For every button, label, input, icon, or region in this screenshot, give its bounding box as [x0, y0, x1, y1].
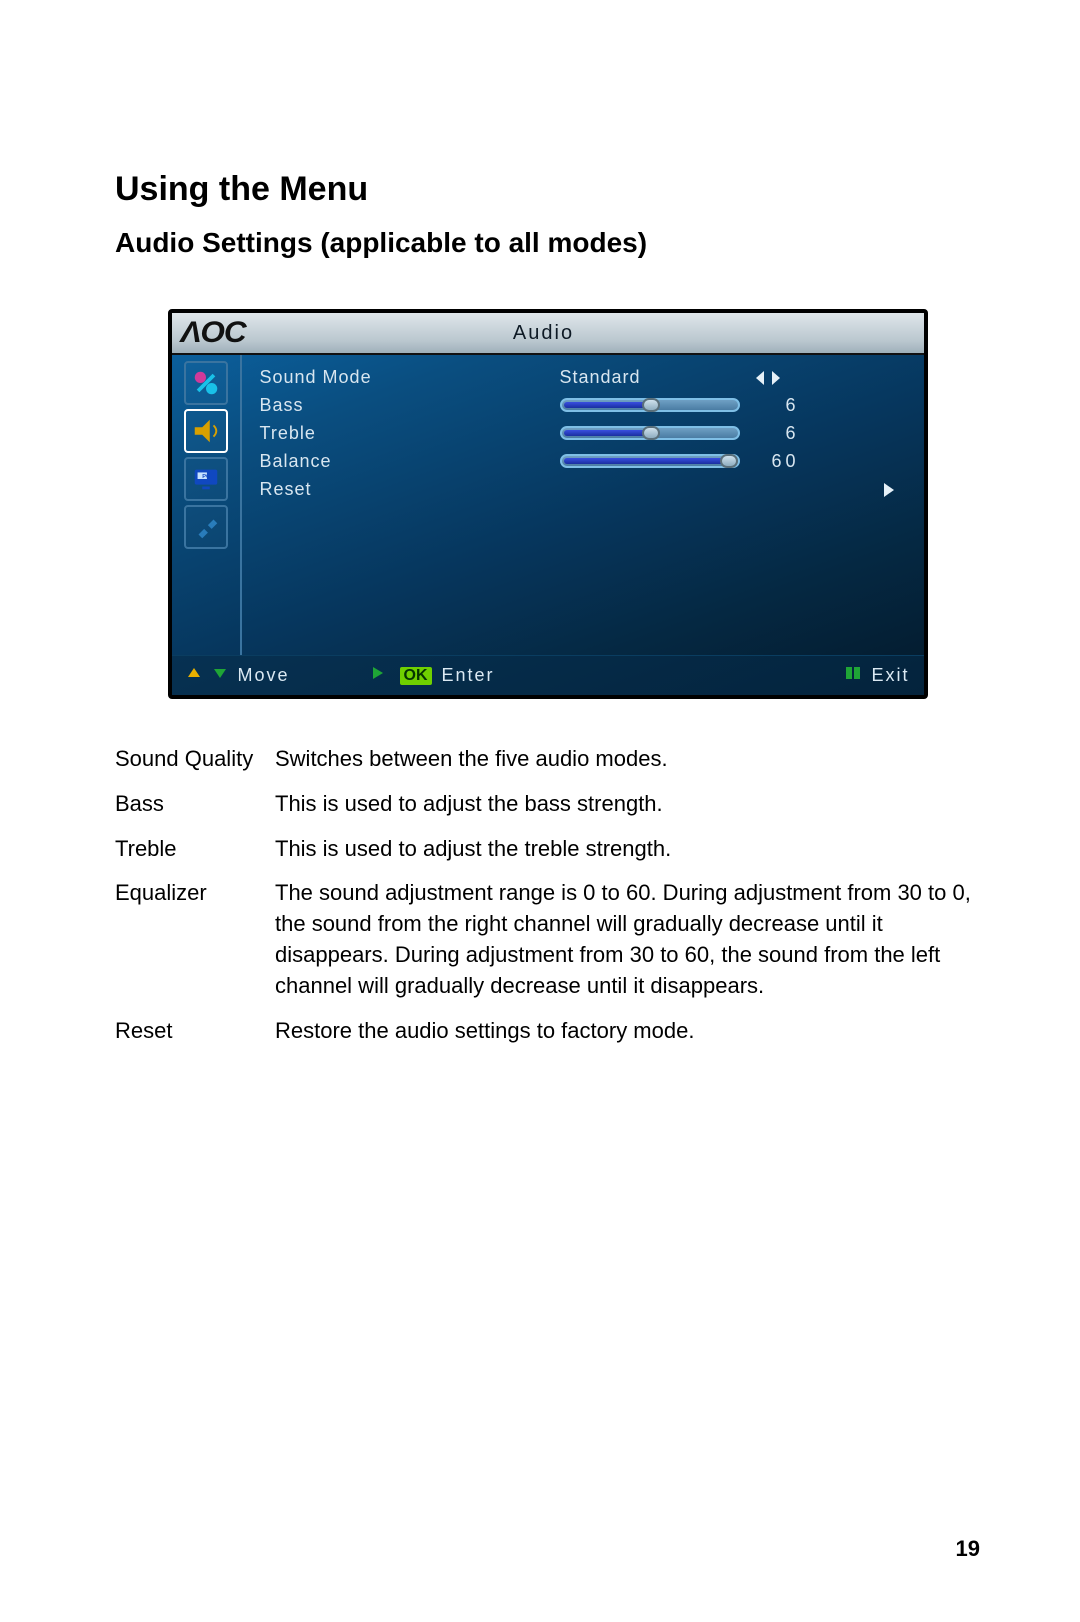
osd-footer: Move OK Enter Exit	[172, 655, 924, 695]
label-balance: Balance	[260, 451, 440, 472]
osd-settings-list: Sound Mode Standard Bass 6	[242, 355, 924, 655]
def-reset: Reset Restore the audio settings to fact…	[115, 1016, 980, 1047]
value-balance: 60	[750, 451, 810, 472]
osd-category-sidebar: PC	[172, 355, 242, 655]
desc: This is used to adjust the treble streng…	[275, 834, 980, 865]
term: Equalizer	[115, 878, 275, 1001]
ok-badge-icon: OK	[400, 667, 432, 685]
osd-title: Audio	[254, 322, 924, 345]
right-arrow-green-icon	[370, 665, 386, 686]
svg-text:PC: PC	[202, 474, 210, 480]
row-balance[interactable]: Balance 60	[260, 447, 910, 475]
label-bass: Bass	[260, 395, 440, 416]
tab-audio-icon[interactable]	[184, 409, 228, 453]
right-arrow-icon[interactable]	[850, 479, 910, 500]
slider-balance[interactable]	[560, 454, 740, 468]
def-equalizer: Equalizer The sound adjustment range is …	[115, 878, 980, 1001]
label-treble: Treble	[260, 423, 440, 444]
desc: The sound adjustment range is 0 to 60. D…	[275, 878, 980, 1001]
osd-titlebar: ΛOC Audio	[172, 313, 924, 355]
desc: Switches between the five audio modes.	[275, 744, 980, 775]
menu-icon	[845, 665, 861, 686]
footer-move-label: Move	[238, 665, 290, 686]
slider-bass[interactable]	[560, 398, 740, 412]
desc: Restore the audio settings to factory mo…	[275, 1016, 980, 1047]
term: Treble	[115, 834, 275, 865]
tab-pc-icon[interactable]: PC	[184, 457, 228, 501]
footer-exit-label: Exit	[871, 665, 909, 686]
row-sound-mode[interactable]: Sound Mode Standard	[260, 363, 910, 391]
value-sound-mode: Standard	[560, 367, 720, 388]
page-number: 19	[956, 1536, 980, 1562]
term: Sound Quality	[115, 744, 275, 775]
heading-using-the-menu: Using the Menu	[115, 170, 980, 209]
row-bass[interactable]: Bass 6	[260, 391, 910, 419]
up-arrow-icon	[186, 665, 202, 686]
heading-audio-settings: Audio Settings (applicable to all modes)	[115, 227, 980, 259]
value-bass: 6	[750, 395, 810, 416]
term: Reset	[115, 1016, 275, 1047]
down-arrow-icon	[212, 665, 228, 686]
left-right-arrows-icon[interactable]	[730, 367, 790, 388]
def-treble: Treble This is used to adjust the treble…	[115, 834, 980, 865]
term: Bass	[115, 789, 275, 820]
slider-treble[interactable]	[560, 426, 740, 440]
footer-enter-label: Enter	[442, 665, 495, 686]
label-sound-mode: Sound Mode	[260, 367, 440, 388]
desc: This is used to adjust the bass strength…	[275, 789, 980, 820]
row-treble[interactable]: Treble 6	[260, 419, 910, 447]
value-treble: 6	[750, 423, 810, 444]
def-sound-quality: Sound Quality Switches between the five …	[115, 744, 980, 775]
definitions-list: Sound Quality Switches between the five …	[115, 744, 980, 1046]
tab-setup-icon[interactable]	[184, 505, 228, 549]
row-reset[interactable]: Reset	[260, 475, 910, 503]
aoc-logo: ΛOC	[169, 316, 255, 350]
label-reset: Reset	[260, 479, 440, 500]
def-bass: Bass This is used to adjust the bass str…	[115, 789, 980, 820]
tab-picture-icon[interactable]	[184, 361, 228, 405]
osd-screenshot: ΛOC Audio PC Sound Mode	[168, 309, 928, 699]
